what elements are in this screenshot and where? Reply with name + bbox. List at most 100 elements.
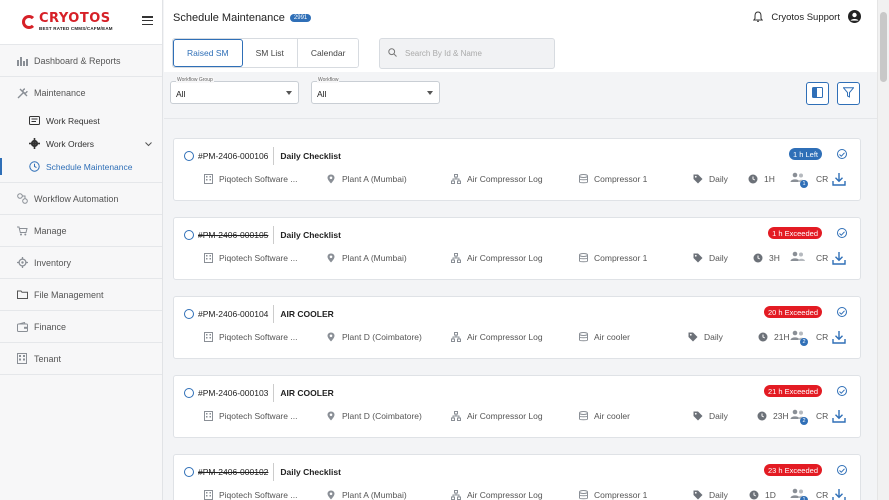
- building-icon: [203, 411, 213, 421]
- bell-icon[interactable]: [753, 10, 764, 25]
- tab-calendar[interactable]: Calendar: [297, 39, 359, 67]
- sm-name: Daily Checklist: [280, 467, 341, 477]
- sidebar-item-inventory[interactable]: Inventory: [0, 247, 162, 279]
- asset-field: Air Compressor Log: [451, 490, 543, 500]
- sm-card[interactable]: #PM-2406-000106 Daily Checklist 1 h Left…: [173, 138, 861, 201]
- sm-id[interactable]: #PM-2406-000106: [198, 147, 275, 165]
- asset-field: Air Compressor Log: [451, 174, 543, 184]
- duration-field: 3H: [753, 253, 780, 263]
- user-avatar-icon[interactable]: [848, 10, 861, 25]
- sm-id[interactable]: #PM-2406-000105: [198, 226, 275, 244]
- assignee-count: 2: [800, 417, 808, 425]
- card-header: #PM-2406-000104 AIR COOLER: [184, 305, 334, 323]
- clock-icon: [29, 161, 40, 172]
- equipment-field: Compressor 1: [578, 253, 647, 263]
- menu-toggle-icon[interactable]: [142, 16, 153, 25]
- sidebar-item-file-management[interactable]: File Management: [0, 279, 162, 311]
- created-by-field: CR: [816, 253, 828, 263]
- assignees[interactable]: 2: [790, 409, 808, 425]
- card-header: #PM-2406-000103 AIR COOLER: [184, 384, 334, 402]
- database-icon: [578, 490, 588, 500]
- tag-icon: [693, 411, 703, 421]
- wallet-icon: [16, 321, 28, 333]
- scroll-thumb[interactable]: [880, 12, 887, 82]
- equipment-field: Air cooler: [578, 411, 630, 421]
- maintenance-group: Maintenance Work Request Work Orders Sch…: [0, 77, 162, 183]
- tab-sm-list[interactable]: SM List: [242, 39, 298, 67]
- column-layout-button[interactable]: [806, 82, 829, 105]
- assignee-count: 2: [800, 338, 808, 346]
- plant-field: Plant A (Mumbai): [326, 174, 407, 184]
- logo[interactable]: CRYOTOS BEST RATED CMMS/CAFM/EAM: [39, 12, 113, 32]
- hierarchy-icon: [451, 411, 461, 421]
- equipment-name: Air cooler: [594, 332, 630, 342]
- gear-icon: [29, 138, 40, 149]
- workflow-icon: [16, 193, 28, 205]
- assignees[interactable]: 1: [790, 172, 808, 188]
- sidebar-item-work-orders[interactable]: Work Orders: [0, 132, 162, 155]
- clock-icon: [748, 174, 758, 184]
- equipment-name: Compressor 1: [594, 490, 648, 500]
- hierarchy-icon: [451, 332, 461, 342]
- sm-card[interactable]: #PM-2406-000105 Daily Checklist 1 h Exce…: [173, 217, 861, 280]
- check-circle-icon[interactable]: [837, 307, 847, 317]
- sm-id[interactable]: #PM-2406-000103: [198, 384, 275, 402]
- sm-card[interactable]: #PM-2406-000102 Daily Checklist 23 h Exc…: [173, 454, 861, 500]
- workflow-group-select[interactable]: Workflow Group All: [170, 77, 299, 104]
- workflow-group-label: Workflow Group: [176, 77, 214, 83]
- sidebar-item-workflow-automation[interactable]: Workflow Automation: [0, 183, 162, 215]
- location-pin-icon: [326, 253, 336, 263]
- tab-raised-sm[interactable]: Raised SM: [173, 39, 243, 67]
- check-circle-icon[interactable]: [837, 386, 847, 396]
- tag-icon: [688, 332, 698, 342]
- check-circle-icon[interactable]: [837, 149, 847, 159]
- sm-id[interactable]: #PM-2406-000102: [198, 463, 275, 481]
- user-name[interactable]: Cryotos Support: [771, 12, 840, 23]
- sm-name: AIR COOLER: [280, 388, 334, 398]
- download-icon[interactable]: [832, 330, 846, 344]
- assignees[interactable]: 1: [790, 488, 808, 500]
- sm-card[interactable]: #PM-2406-000103 AIR COOLER 21 h Exceeded…: [173, 375, 861, 438]
- chevron-down-icon[interactable]: [145, 139, 152, 149]
- sidebar-item-dashboard-reports[interactable]: Dashboard & Reports: [0, 45, 162, 77]
- sidebar-item-schedule-maintenance[interactable]: Schedule Maintenance: [0, 155, 162, 178]
- sidebar-item-tenant[interactable]: Tenant: [0, 343, 162, 375]
- sidebar-item-work-request[interactable]: Work Request: [0, 109, 162, 132]
- select-radio[interactable]: [184, 151, 194, 161]
- scrollbar[interactable]: [877, 0, 889, 500]
- select-radio[interactable]: [184, 309, 194, 319]
- frequency: Daily: [709, 411, 728, 421]
- search-input[interactable]: [405, 49, 545, 58]
- sidebar-item-finance[interactable]: Finance: [0, 311, 162, 343]
- sidebar-item-label: Maintenance: [34, 88, 86, 98]
- sidebar-item-label: Workflow Automation: [34, 193, 119, 204]
- filter-button[interactable]: [837, 82, 860, 105]
- logo-icon: [22, 15, 36, 29]
- select-radio[interactable]: [184, 230, 194, 240]
- location-pin-icon: [326, 174, 336, 184]
- plant-field: Plant D (Coimbatore): [326, 411, 422, 421]
- check-circle-icon[interactable]: [837, 465, 847, 475]
- header-right: Cryotos Support: [753, 10, 861, 25]
- sm-card[interactable]: #PM-2406-000104 AIR COOLER 20 h Exceeded…: [173, 296, 861, 359]
- download-icon[interactable]: [832, 488, 846, 500]
- download-icon[interactable]: [832, 172, 846, 186]
- select-radio[interactable]: [184, 467, 194, 477]
- asset-field: Air Compressor Log: [451, 253, 543, 263]
- sidebar-item-maintenance[interactable]: Maintenance: [0, 77, 162, 109]
- assignees[interactable]: 2: [790, 330, 808, 346]
- check-circle-icon[interactable]: [837, 228, 847, 238]
- download-icon[interactable]: [832, 251, 846, 265]
- select-radio[interactable]: [184, 388, 194, 398]
- company-name: Piqotech Software ...: [219, 253, 298, 263]
- workflow-group-value: All: [176, 89, 186, 99]
- bar-chart-icon: [16, 55, 28, 67]
- caret-down-icon: [427, 91, 433, 95]
- sidebar-item-manage[interactable]: Manage: [0, 215, 162, 247]
- assignees[interactable]: [790, 251, 806, 265]
- workflow-select[interactable]: Workflow All: [311, 77, 440, 104]
- download-icon[interactable]: [832, 409, 846, 423]
- filter-bar: Workflow Group All Workflow All: [164, 72, 877, 119]
- toolbar: Raised SM SM List Calendar: [164, 36, 877, 72]
- sm-id[interactable]: #PM-2406-000104: [198, 305, 275, 323]
